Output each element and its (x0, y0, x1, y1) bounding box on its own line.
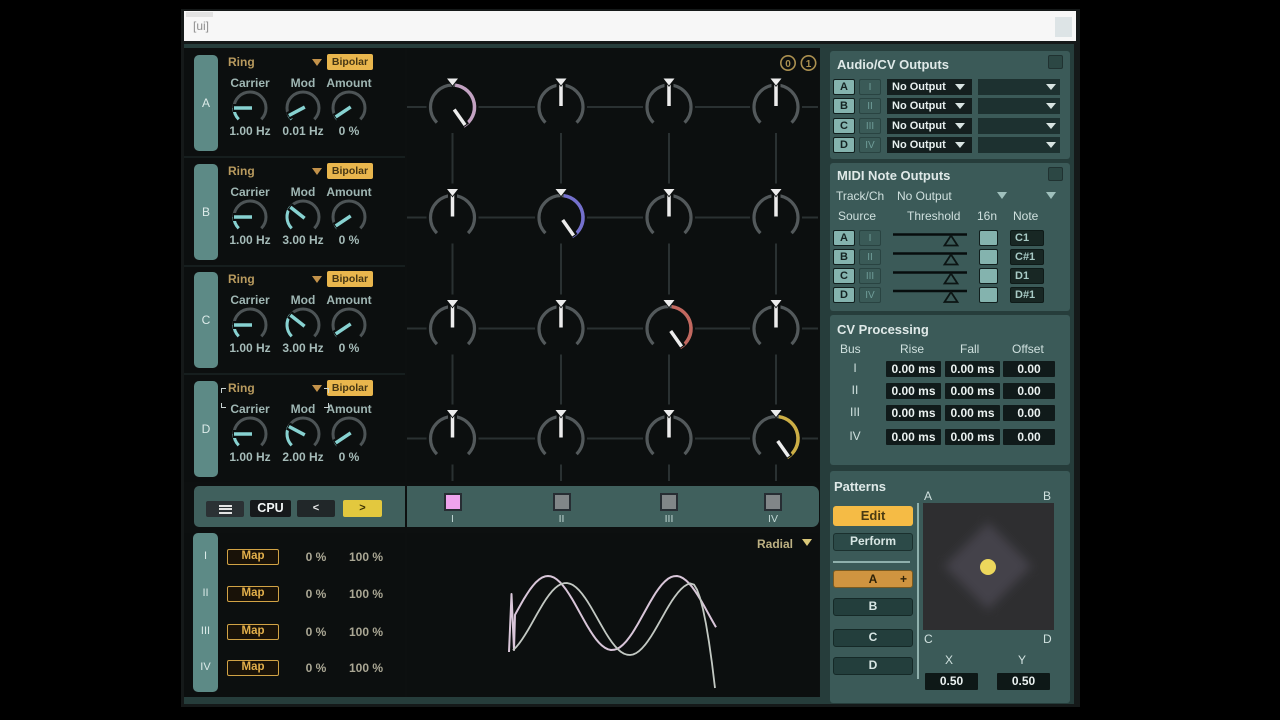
svg-text:1: 1 (806, 59, 812, 70)
svg-text:0: 0 (785, 59, 791, 70)
